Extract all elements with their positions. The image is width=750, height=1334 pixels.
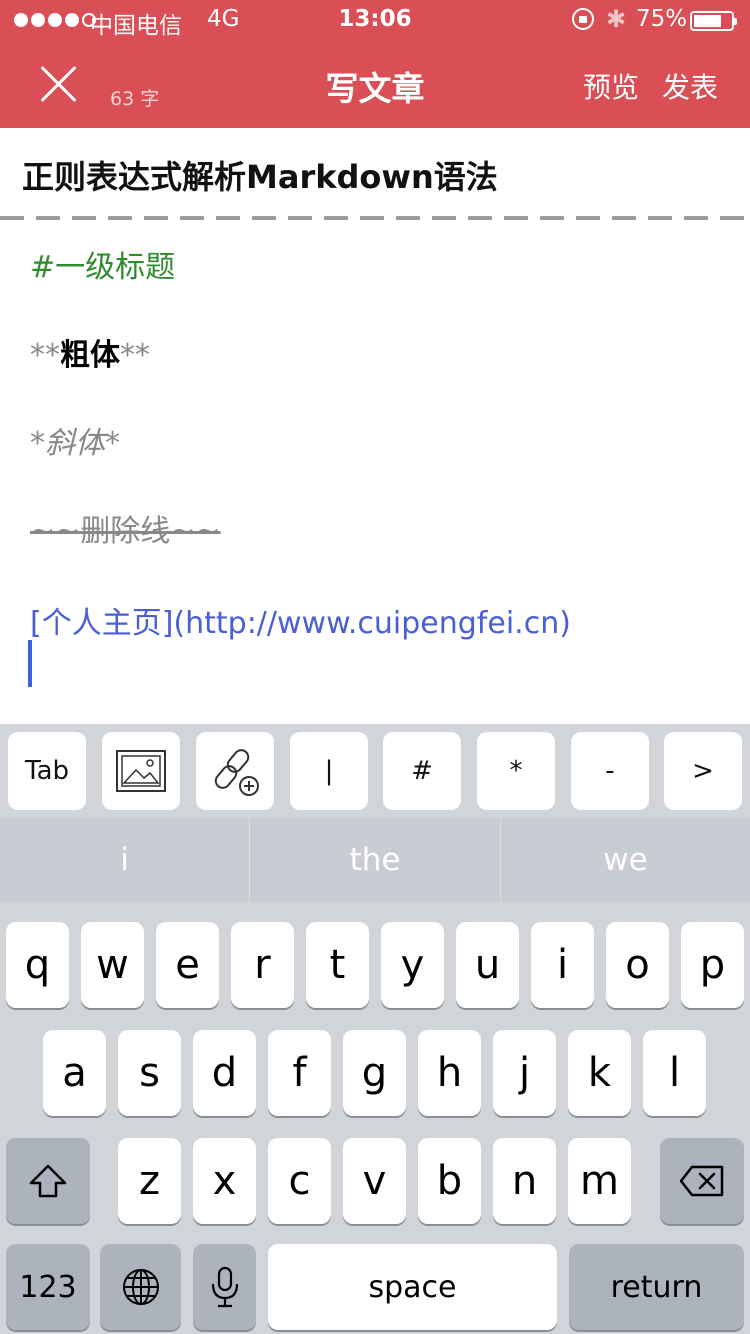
- key-o[interactable]: o: [606, 922, 669, 1008]
- backspace-key[interactable]: [660, 1138, 744, 1224]
- dictation-key[interactable]: [193, 1244, 256, 1330]
- markdown-editor[interactable]: #一级标题 **粗体** *斜体* ~~删除线~~ [个人主页](http://…: [0, 220, 750, 724]
- key-p[interactable]: p: [681, 922, 744, 1008]
- key-e[interactable]: e: [156, 922, 219, 1008]
- backspace-icon: [679, 1165, 724, 1197]
- article-title-input[interactable]: 正则表达式解析Markdown语法: [22, 152, 498, 198]
- key-n[interactable]: n: [493, 1138, 556, 1224]
- battery-percent: 75%: [636, 6, 688, 32]
- markdown-toolbar: Tab | # * - >: [0, 724, 750, 818]
- article-title-row[interactable]: 正则表达式解析Markdown语法: [0, 128, 750, 220]
- tab-key[interactable]: Tab: [8, 732, 86, 810]
- shift-icon: [29, 1164, 67, 1198]
- strike-line: ~~删除线~~: [30, 514, 221, 549]
- bold-line: **粗体**: [30, 330, 150, 374]
- numbers-key[interactable]: 123: [6, 1244, 90, 1330]
- key-t[interactable]: t: [306, 922, 369, 1008]
- tab-key-label: Tab: [24, 756, 69, 786]
- dash-key-label: -: [605, 756, 615, 786]
- insert-image-button[interactable]: [102, 732, 180, 810]
- microphone-icon: [211, 1266, 238, 1308]
- key-j[interactable]: j: [493, 1030, 556, 1116]
- bold-prefix: **: [30, 338, 60, 373]
- key-z[interactable]: z: [118, 1138, 181, 1224]
- quote-key-label: >: [692, 756, 714, 786]
- link-line: [个人主页](http://www.cuipengfei.cn): [30, 606, 571, 641]
- asterisk-key[interactable]: *: [477, 732, 555, 810]
- pipe-key-label: |: [324, 756, 334, 786]
- key-s[interactable]: s: [118, 1030, 181, 1116]
- bold-suffix: **: [120, 338, 150, 373]
- key-d[interactable]: d: [193, 1030, 256, 1116]
- key-g[interactable]: g: [343, 1030, 406, 1116]
- key-l[interactable]: l: [643, 1030, 706, 1116]
- predictive-bar: i the we: [0, 818, 750, 902]
- return-key[interactable]: return: [569, 1244, 744, 1330]
- orientation-lock-icon: [572, 8, 594, 30]
- key-v[interactable]: v: [343, 1138, 406, 1224]
- globe-icon: [122, 1269, 159, 1305]
- globe-key[interactable]: [100, 1244, 181, 1330]
- keyboard: q w e r t y u i o p a s d f g h j k l z …: [0, 902, 750, 1334]
- asterisk-key-label: *: [509, 756, 523, 786]
- status-bar: 中国电信 4G 13:06 ✱ 75%: [0, 0, 750, 40]
- key-u[interactable]: u: [456, 922, 519, 1008]
- shift-key[interactable]: [6, 1138, 90, 1224]
- key-i[interactable]: i: [531, 922, 594, 1008]
- key-y[interactable]: y: [381, 922, 444, 1008]
- hash-key-label: #: [411, 756, 433, 786]
- key-x[interactable]: x: [193, 1138, 256, 1224]
- quote-key[interactable]: >: [664, 732, 742, 810]
- pipe-key[interactable]: |: [290, 732, 368, 810]
- suggestion-2[interactable]: the: [250, 818, 500, 902]
- insert-link-button[interactable]: [196, 732, 274, 810]
- key-c[interactable]: c: [268, 1138, 331, 1224]
- key-q[interactable]: q: [6, 922, 69, 1008]
- bluetooth-icon: ✱: [606, 5, 627, 33]
- key-k[interactable]: k: [568, 1030, 631, 1116]
- key-f[interactable]: f: [268, 1030, 331, 1116]
- preview-button[interactable]: 预览: [583, 66, 639, 106]
- battery-icon: [690, 11, 737, 31]
- suggestion-1[interactable]: i: [0, 818, 249, 902]
- heading-line: #一级标题: [30, 250, 176, 285]
- space-key[interactable]: space: [268, 1244, 557, 1330]
- publish-button[interactable]: 发表: [662, 66, 718, 106]
- key-m[interactable]: m: [568, 1138, 631, 1224]
- key-r[interactable]: r: [231, 922, 294, 1008]
- suggestion-3[interactable]: we: [501, 818, 750, 902]
- insert-link-icon: [214, 749, 259, 796]
- bold-text: 粗体: [60, 338, 120, 373]
- hash-key[interactable]: #: [383, 732, 461, 810]
- image-icon: [116, 750, 166, 792]
- text-cursor: [28, 640, 32, 687]
- key-a[interactable]: a: [43, 1030, 106, 1116]
- italic-line: *斜体*: [30, 426, 120, 461]
- header-bar: 中国电信 4G 13:06 ✱ 75% 63 字 写文章 预览 发表: [0, 0, 750, 128]
- key-b[interactable]: b: [418, 1138, 481, 1224]
- key-w[interactable]: w: [81, 922, 144, 1008]
- dash-key[interactable]: -: [571, 732, 649, 810]
- nav-bar: 63 字 写文章 预览 发表: [0, 40, 750, 128]
- key-h[interactable]: h: [418, 1030, 481, 1116]
